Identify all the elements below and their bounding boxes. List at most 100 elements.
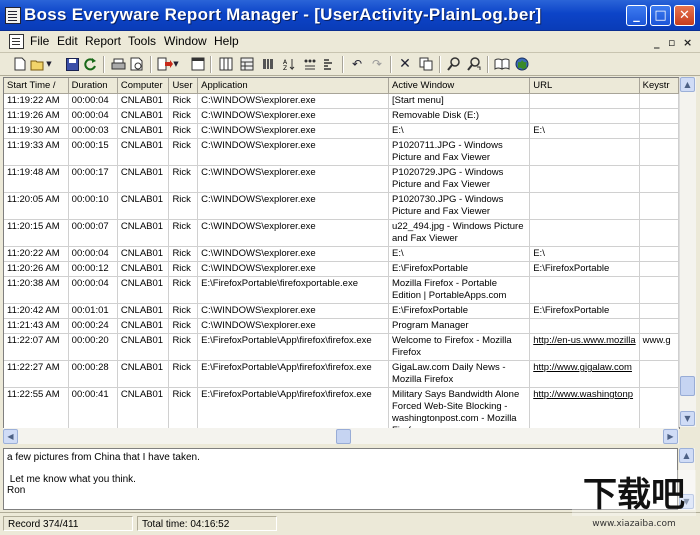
cell-duration: 00:00:10 [68, 192, 118, 220]
column-header-application[interactable]: Application [197, 78, 389, 94]
grid-horizontal-scrollbar[interactable]: ◀ ▶ [3, 428, 679, 444]
column-header-computer[interactable]: Computer [117, 78, 170, 94]
cell-active-window: [Start menu] [388, 93, 531, 109]
cell-url: http://www.washingtonp [529, 387, 640, 428]
cell-keystrokes [639, 138, 679, 166]
title-bar[interactable]: Boss Everyware Report Manager - [UserAct… [0, 0, 700, 31]
copy-icon[interactable] [418, 56, 434, 72]
sort-icon[interactable]: AZ [281, 56, 297, 72]
document-icon[interactable] [9, 34, 24, 49]
save-icon[interactable] [64, 56, 80, 72]
table-row[interactable]: 11:19:48 AM 00:00:17 CNLAB01 Rick C:\WINDOWS… [4, 165, 679, 193]
cell-keystrokes [639, 303, 679, 319]
summary-icon[interactable] [321, 56, 337, 72]
scroll-up-icon[interactable]: ▲ [680, 77, 695, 92]
menu-file[interactable]: File [30, 34, 49, 48]
open-dropdown-icon[interactable]: ▼ [45, 56, 53, 72]
menu-edit[interactable]: Edit [57, 34, 78, 48]
properties-icon[interactable] [190, 56, 206, 72]
table-row[interactable]: 11:20:26 AM 00:00:12 CNLAB01 Rick C:\WINDOWS… [4, 261, 679, 277]
cell-start-time: 11:19:22 AM [4, 93, 69, 109]
cell-url [529, 276, 640, 304]
grid-vertical-scrollbar[interactable]: ▲ ▼ [679, 77, 696, 427]
mdi-close-button[interactable]: × [683, 36, 692, 49]
maximize-button[interactable]: □ [650, 5, 671, 26]
menu-window[interactable]: Window [164, 34, 207, 48]
find-next-icon[interactable] [466, 56, 482, 72]
cell-computer: CNLAB01 [117, 192, 170, 220]
close-button[interactable]: ✕ [674, 5, 695, 26]
minimize-button[interactable]: _ [626, 5, 647, 26]
app-icon[interactable] [5, 7, 21, 24]
cell-computer: CNLAB01 [117, 276, 170, 304]
horizontal-scroll-thumb[interactable] [336, 429, 351, 444]
cell-keystrokes [639, 93, 679, 109]
notes-scroll-up-icon[interactable]: ▲ [679, 448, 694, 463]
mdi-restore-button[interactable]: ▫ [668, 36, 675, 49]
filter-icon[interactable] [260, 56, 276, 72]
cell-start-time: 11:19:33 AM [4, 138, 69, 166]
cell-start-time: 11:20:38 AM [4, 276, 69, 304]
redo-icon[interactable]: ↷ [369, 56, 385, 72]
table-row[interactable]: 11:21:43 AM 00:00:24 CNLAB01 Rick C:\WINDOWS… [4, 318, 679, 334]
table-row[interactable]: 11:22:07 AM 00:00:20 CNLAB01 Rick E:\Firefox… [4, 333, 679, 361]
cell-active-window: Program Manager [388, 318, 531, 334]
cell-url [529, 138, 640, 166]
cell-keystrokes [639, 165, 679, 193]
cell-active-window: E:\ [388, 123, 531, 139]
scroll-down-icon[interactable]: ▼ [680, 411, 695, 426]
new-icon[interactable] [12, 56, 28, 72]
cell-duration: 00:00:04 [68, 276, 118, 304]
open-icon[interactable] [30, 56, 46, 72]
delete-icon[interactable]: ✕ [397, 56, 413, 72]
cell-url: E:\ [529, 123, 640, 139]
group-icon[interactable] [239, 56, 255, 72]
table-row[interactable]: 11:20:22 AM 00:00:04 CNLAB01 Rick C:\WINDOWS… [4, 246, 679, 262]
vertical-scroll-thumb[interactable] [680, 376, 695, 396]
column-header-user[interactable]: User [168, 78, 199, 94]
table-row[interactable]: 11:22:55 AM 00:00:41 CNLAB01 Rick E:\Firefox… [4, 387, 679, 428]
table-row[interactable]: 11:19:26 AM 00:00:04 CNLAB01 Rick C:\WINDOWS… [4, 108, 679, 124]
find-column-icon[interactable] [302, 56, 318, 72]
watermark-logo: 下载吧 www.xiazaiba.com [572, 464, 696, 530]
menu-help[interactable]: Help [214, 34, 239, 48]
cell-url: http://www.gigalaw.com [529, 360, 640, 388]
find-icon[interactable] [446, 56, 462, 72]
column-header-active-window[interactable]: Active Window [388, 78, 531, 94]
cell-url: E:\ [529, 246, 640, 262]
help-book-icon[interactable] [494, 56, 510, 72]
scroll-right-icon[interactable]: ▶ [663, 429, 678, 444]
table-row[interactable]: 11:20:15 AM 00:00:07 CNLAB01 Rick C:\WINDOWS… [4, 219, 679, 247]
menu-report[interactable]: Report [85, 34, 121, 48]
mdi-minimize-button[interactable]: _ [654, 36, 660, 49]
column-header-start-time[interactable]: Start Time / [4, 78, 69, 94]
export-dropdown-icon[interactable]: ▼ [172, 56, 180, 72]
table-row[interactable]: 11:22:27 AM 00:00:28 CNLAB01 Rick E:\Firefox… [4, 360, 679, 388]
svg-text:Z: Z [283, 65, 287, 71]
table-row[interactable]: 11:19:30 AM 00:00:03 CNLAB01 Rick C:\WINDOWS… [4, 123, 679, 139]
web-icon[interactable] [514, 56, 530, 72]
column-header-keystrokes[interactable]: Keystr [639, 78, 679, 94]
table-row[interactable]: 11:20:05 AM 00:00:10 CNLAB01 Rick C:\WINDOWS… [4, 192, 679, 220]
cell-user: Rick [168, 333, 199, 361]
activity-grid[interactable]: Start Time / Duration Computer User Appl… [3, 77, 680, 429]
table-row[interactable]: 11:19:22 AM 00:00:04 CNLAB01 Rick C:\WINDOWS… [4, 93, 679, 109]
column-header-duration[interactable]: Duration [68, 78, 118, 94]
print-icon[interactable] [110, 56, 126, 72]
columns-icon[interactable] [218, 56, 234, 72]
print-preview-icon[interactable] [129, 56, 145, 72]
table-row[interactable]: 11:20:42 AM 00:01:01 CNLAB01 Rick C:\WINDOWS… [4, 303, 679, 319]
column-header-url[interactable]: URL [529, 78, 640, 94]
undo-icon[interactable]: ↶ [349, 56, 365, 72]
refresh-icon[interactable] [82, 56, 98, 72]
scroll-left-icon[interactable]: ◀ [3, 429, 18, 444]
menu-tools[interactable]: Tools [128, 34, 156, 48]
cell-application: E:\FirefoxPortable\App\firefox\firefox.e… [197, 360, 389, 388]
export-icon[interactable] [157, 56, 173, 72]
table-row[interactable]: 11:20:38 AM 00:00:04 CNLAB01 Rick E:\Firefox… [4, 276, 679, 304]
cell-start-time: 11:22:27 AM [4, 360, 69, 388]
cell-start-time: 11:20:26 AM [4, 261, 69, 277]
cell-active-window: E:\FirefoxPortable [388, 261, 531, 277]
cell-start-time: 11:22:07 AM [4, 333, 69, 361]
table-row[interactable]: 11:19:33 AM 00:00:15 CNLAB01 Rick C:\WINDOWS… [4, 138, 679, 166]
